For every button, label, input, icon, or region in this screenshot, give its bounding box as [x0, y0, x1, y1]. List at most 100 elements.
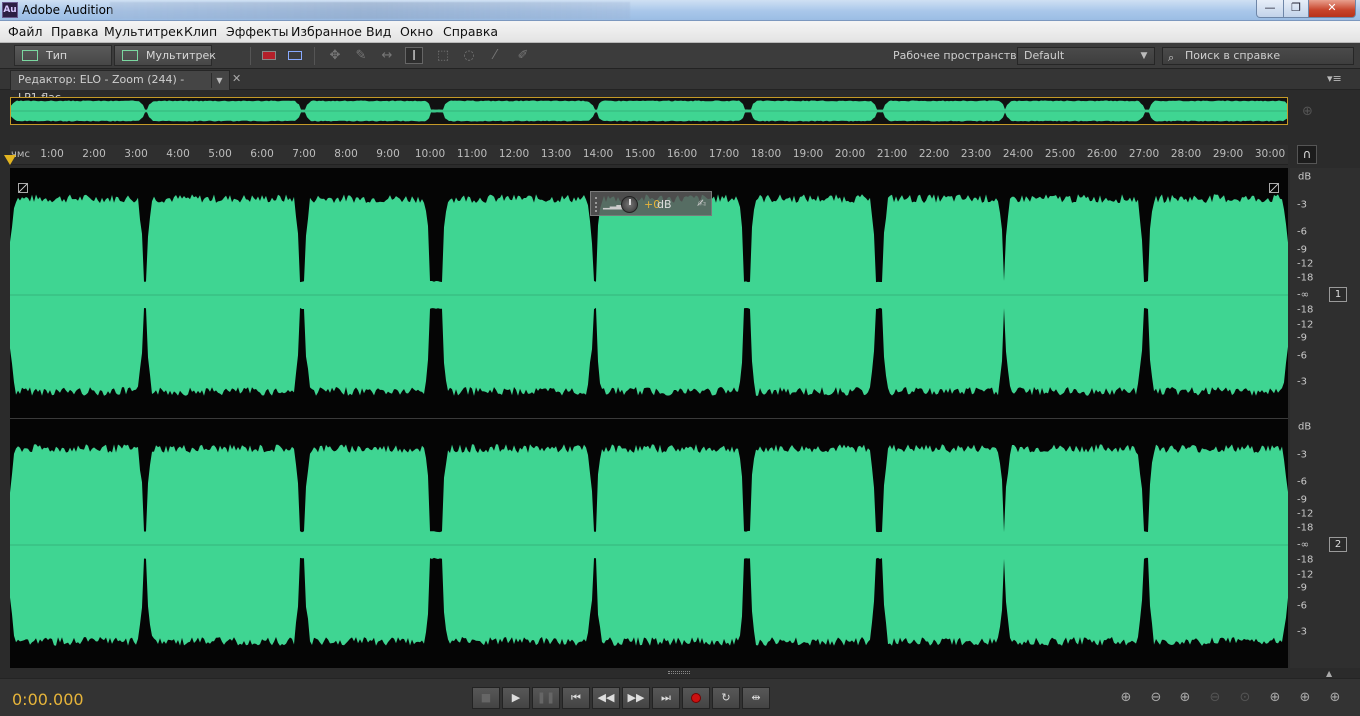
channel-divider	[10, 418, 1288, 419]
play-icon: ▶	[511, 691, 521, 704]
menu-clip[interactable]: Клип	[184, 24, 217, 39]
menu-view[interactable]: Вид	[366, 24, 391, 39]
maximize-button[interactable]: ❐	[1283, 0, 1309, 18]
minimize-button[interactable]: —	[1256, 0, 1284, 18]
ruler-label: 26:00	[1086, 148, 1118, 160]
hud-grip[interactable]	[595, 197, 597, 212]
chevron-down-icon[interactable]: ▼	[211, 73, 227, 88]
multitrack-view-label: Мультитрек	[146, 49, 216, 62]
ruler-label: 5:00	[208, 148, 232, 160]
skip-selection-button[interactable]: ⇹	[742, 687, 770, 709]
db-label: -∞	[1297, 539, 1309, 551]
panel-menu-icon[interactable]: ▾≡	[1327, 72, 1342, 85]
pause-icon: ❚❚	[536, 691, 556, 704]
pause-button[interactable]: ❚❚	[532, 687, 560, 709]
db-label: -6	[1297, 226, 1307, 238]
ruler-label: 28:00	[1170, 148, 1202, 160]
menu-favorites[interactable]: Избранное	[291, 24, 362, 39]
toolbar-separator	[250, 47, 251, 65]
pin-icon[interactable]: ✍	[697, 197, 706, 210]
close-button[interactable]: ✕	[1308, 0, 1356, 18]
ruler-label: 22:00	[918, 148, 950, 160]
db-label: -12	[1297, 508, 1314, 520]
scroll-up-icon[interactable]: ▲	[1326, 669, 1332, 678]
ruler-label: 12:00	[498, 148, 530, 160]
overview-waveform[interactable]	[10, 97, 1288, 125]
menu-edit[interactable]: Правка	[51, 24, 99, 39]
ruler-label: 2:00	[82, 148, 106, 160]
zoom-navigator-icon[interactable]: ⊕	[1302, 104, 1313, 119]
ruler-label: 4:00	[166, 148, 190, 160]
ruler-label: 1:00	[40, 148, 64, 160]
help-search-input[interactable]: ⌕ Поиск в справке	[1162, 47, 1354, 65]
zoom-in-time-icon[interactable]: ⊕	[1173, 690, 1197, 708]
loop-icon: ↻	[721, 691, 731, 704]
channel-2-badge[interactable]: 2	[1329, 537, 1347, 552]
zoom-selection-icon[interactable]: ⊕	[1323, 690, 1347, 708]
ruler-label: 18:00	[750, 148, 782, 160]
db-label: -12	[1297, 319, 1314, 331]
razor-tool-icon[interactable]: ✎	[352, 47, 370, 64]
spectral-pitch-icon[interactable]	[286, 47, 304, 64]
ruler-label: 10:00	[414, 148, 446, 160]
zoom-in-right-icon[interactable]: ⊕	[1293, 690, 1317, 708]
menu-effects[interactable]: Эффекты	[226, 24, 289, 39]
fade-out-handle-icon[interactable]	[1269, 183, 1279, 193]
loop-button[interactable]: ↻	[712, 687, 740, 709]
brush-tool-icon[interactable]: ⁄	[486, 47, 504, 64]
stop-button[interactable]: ■	[472, 687, 500, 709]
marquee-tool-icon[interactable]: ⬚	[434, 47, 452, 64]
fade-in-handle-icon[interactable]	[18, 183, 28, 193]
ruler-label: 25:00	[1044, 148, 1076, 160]
waveform-view-button[interactable]: Тип сигнала	[14, 45, 112, 81]
menu-bar: Файл Правка Мультитрек Клип Эффекты Избр…	[0, 21, 1360, 43]
lasso-tool-icon[interactable]: ◌	[460, 47, 478, 64]
menu-file[interactable]: Файл	[8, 24, 43, 39]
time-display[interactable]: 0:00.000	[12, 690, 84, 709]
go-to-start-button[interactable]: ⏮	[562, 687, 590, 709]
background-taskbar-blur	[110, 2, 630, 19]
zoom-out-time-icon[interactable]: ⊖	[1203, 690, 1227, 708]
zoom-in-left-icon[interactable]: ⊕	[1263, 690, 1287, 708]
playhead-marker[interactable]	[4, 155, 16, 165]
play-button[interactable]: ▶	[502, 687, 530, 709]
menu-help[interactable]: Справка	[443, 24, 498, 39]
volume-hud[interactable]: ▁▂▃▅ +0 dB ✍	[590, 191, 712, 216]
stop-icon: ■	[480, 691, 492, 704]
record-button[interactable]	[682, 687, 710, 709]
move-tool-icon[interactable]: ✥	[326, 47, 344, 64]
channel-1-badge[interactable]: 1	[1329, 287, 1347, 302]
slip-tool-icon[interactable]: ↔	[378, 47, 396, 64]
multitrack-view-button[interactable]: Мультитрек	[114, 45, 216, 66]
fast-forward-button[interactable]: ▶▶	[622, 687, 650, 709]
close-tab-icon[interactable]: ✕	[232, 72, 241, 85]
rewind-button[interactable]: ◀◀	[592, 687, 620, 709]
workspace-select[interactable]: Default ▼	[1017, 47, 1155, 65]
go-to-start-icon: ⏮	[571, 691, 581, 704]
time-selection-tool-icon[interactable]: I	[405, 47, 423, 64]
horizontal-scrollbar[interactable]	[10, 668, 1288, 677]
db-header-label: dB	[1298, 171, 1312, 183]
menu-window[interactable]: Окно	[400, 24, 433, 39]
transport-bar: 0:00.000 ■ ▶ ❚❚ ⏮ ◀◀ ▶▶ ⏭ ↻ ⇹ ⊕ ⊖ ⊕ ⊖ ⊙ …	[0, 678, 1360, 716]
record-icon	[691, 693, 701, 703]
ruler-label: 24:00	[1002, 148, 1034, 160]
ruler-label: 9:00	[376, 148, 400, 160]
zoom-in-amplitude-icon[interactable]: ⊕	[1114, 690, 1138, 708]
zoom-out-amplitude-icon[interactable]: ⊖	[1144, 690, 1168, 708]
app-icon: Au	[2, 2, 18, 18]
go-to-end-button[interactable]: ⏭	[652, 687, 680, 709]
db-label: -3	[1297, 626, 1307, 638]
editor-tab[interactable]: Редактор: ELO - Zoom (244) - LP1.flac ▼	[10, 70, 230, 104]
menu-multitrack[interactable]: Мультитрек	[104, 24, 183, 39]
spot-healing-tool-icon[interactable]: ✐	[514, 47, 532, 64]
db-label: -9	[1297, 582, 1307, 594]
volume-knob[interactable]	[621, 196, 638, 213]
spectral-frequency-icon[interactable]	[260, 47, 278, 64]
zoom-out-full-icon[interactable]: ⊙	[1233, 690, 1257, 708]
db-label: -18	[1297, 554, 1314, 566]
snap-icon[interactable]: ∩	[1297, 145, 1317, 164]
db-label: -3	[1297, 199, 1307, 211]
scrollbar-grip[interactable]	[668, 671, 690, 674]
ruler-label: 15:00	[624, 148, 656, 160]
